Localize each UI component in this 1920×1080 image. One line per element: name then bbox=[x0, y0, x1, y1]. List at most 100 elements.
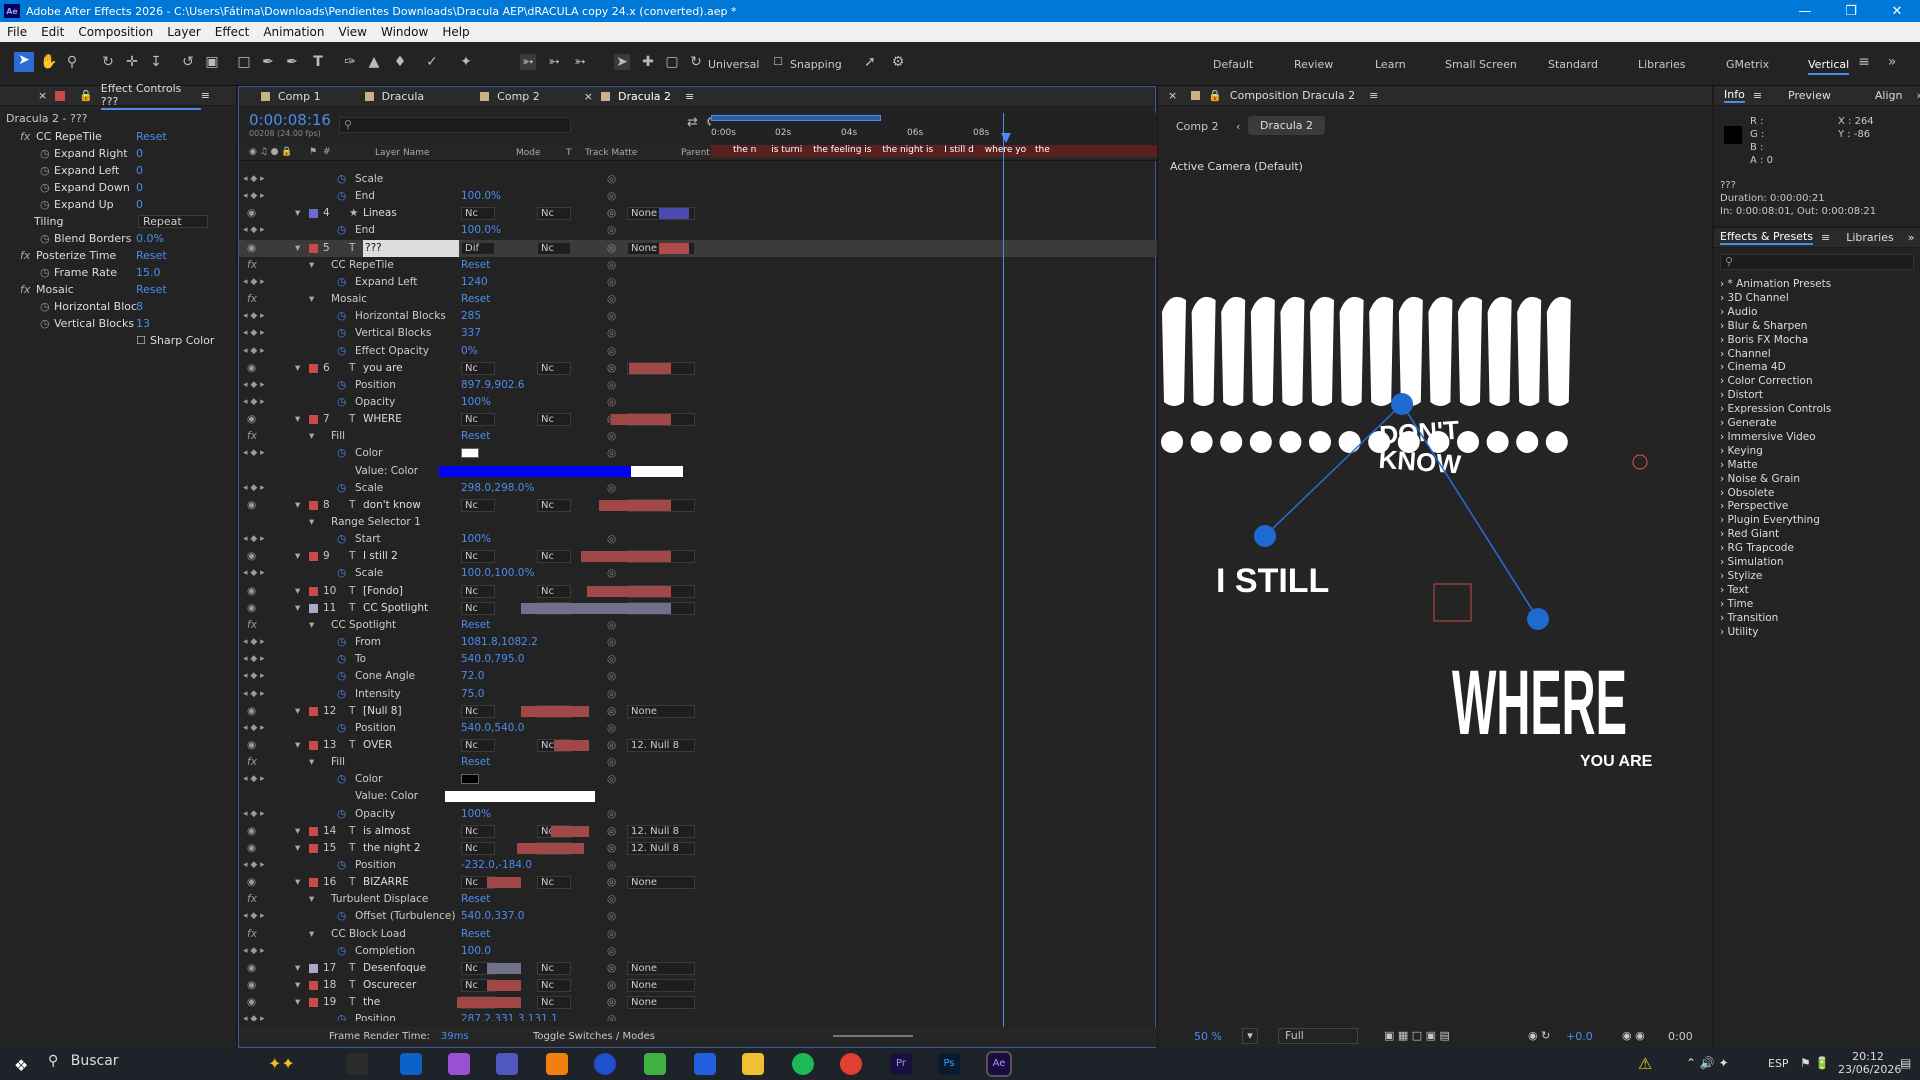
panel-menu-icon[interactable]: ≡ bbox=[1753, 89, 1762, 102]
track-matte-dropdown[interactable]: Nc bbox=[537, 550, 571, 564]
twirl-icon[interactable]: ▾ bbox=[295, 977, 300, 994]
property-row[interactable]: fx ▾ CC RepeTile Reset ◎ bbox=[239, 257, 1157, 274]
menu-window[interactable]: Window bbox=[374, 25, 435, 39]
effect-control-row[interactable]: fx Posterize Time Reset bbox=[0, 247, 236, 264]
snap-settings-icon[interactable]: ⚙ bbox=[890, 54, 906, 70]
track-matte-dropdown[interactable]: Nc bbox=[537, 241, 571, 255]
label-color-icon[interactable] bbox=[309, 209, 318, 219]
layer-duration-bar[interactable] bbox=[554, 739, 589, 751]
layer-duration-bar[interactable] bbox=[487, 962, 521, 974]
expand-icon[interactable]: » bbox=[1908, 231, 1915, 244]
property-row[interactable]: ◂ ◆ ▸ ◷ Position 540.0,540.0 ◎ bbox=[239, 720, 1157, 737]
stopwatch-icon[interactable]: ◷ bbox=[337, 806, 346, 823]
stopwatch-icon[interactable]: ◷ bbox=[40, 264, 50, 281]
parent-dropdown[interactable]: 12. Null 8 bbox=[627, 824, 695, 838]
expression-pickwhip-icon[interactable]: ◎ bbox=[607, 754, 616, 771]
premiere-icon[interactable]: Pr bbox=[890, 1053, 912, 1075]
taskbar-search[interactable]: ⚲ Buscar bbox=[48, 1053, 268, 1075]
twirl-icon[interactable]: ▾ bbox=[295, 205, 300, 222]
composition-viewer[interactable]: DON'T KNOW I STILL WHERE YOU ARE bbox=[1160, 172, 1710, 852]
copilot-icon[interactable]: ✦✦ bbox=[268, 1054, 295, 1073]
layer-name[interactable]: OVER bbox=[363, 737, 392, 754]
parent-dropdown[interactable]: None bbox=[627, 961, 695, 975]
property-value[interactable]: Reset bbox=[461, 926, 490, 943]
layer-duration-bar[interactable] bbox=[551, 825, 589, 837]
menu-help[interactable]: Help bbox=[435, 25, 476, 39]
current-timecode[interactable]: 0:00:08:16 bbox=[249, 111, 331, 129]
expression-pickwhip-icon[interactable]: ◎ bbox=[607, 806, 616, 823]
expand-icon[interactable]: » bbox=[1884, 54, 1900, 70]
color-swatch[interactable] bbox=[461, 448, 479, 459]
av-switches[interactable]: ◂ ◆ ▸ bbox=[243, 943, 265, 960]
property-value[interactable]: 285 bbox=[461, 308, 481, 325]
workspace-standard[interactable]: Standard bbox=[1548, 58, 1598, 71]
label-color-icon[interactable] bbox=[309, 243, 318, 253]
todo-icon[interactable] bbox=[694, 1053, 716, 1075]
av-switches[interactable]: ◉ bbox=[247, 737, 256, 754]
twirl-icon[interactable]: ▾ bbox=[309, 891, 314, 908]
expression-pickwhip-icon[interactable]: ◎ bbox=[607, 377, 616, 394]
stopwatch-icon[interactable]: ◷ bbox=[337, 325, 346, 342]
expression-pickwhip-icon[interactable]: ◎ bbox=[607, 617, 616, 634]
label-color-icon[interactable] bbox=[309, 963, 318, 973]
zoom-tool-icon[interactable]: ⚲ bbox=[64, 54, 80, 70]
property-value[interactable]: 287.2,331.3,131.1 bbox=[461, 1011, 558, 1021]
property-row[interactable]: ◂ ◆ ▸ ◷ Scale 298.0,298.0% ◎ bbox=[239, 480, 1157, 497]
property-value[interactable]: 1081.8,1082.2 bbox=[461, 634, 538, 651]
layer-duration-bar[interactable] bbox=[487, 877, 521, 889]
mode-dropdown[interactable]: Nc bbox=[461, 550, 495, 564]
effect-control-row[interactable]: fx CC RepeTile Reset bbox=[0, 128, 236, 145]
property-value[interactable]: 72.0 bbox=[461, 668, 484, 685]
type-tool-icon[interactable]: T bbox=[310, 54, 326, 70]
effect-control-value[interactable]: 13 bbox=[136, 315, 150, 332]
av-switches[interactable]: ◉ bbox=[247, 977, 256, 994]
property-row[interactable]: ◂ ◆ ▸ ◷ Scale 100.0,100.0% ◎ bbox=[239, 565, 1157, 582]
twirl-icon[interactable]: ▾ bbox=[295, 240, 300, 257]
expression-pickwhip-icon[interactable]: ◎ bbox=[607, 926, 616, 943]
av-switches[interactable]: ◂ ◆ ▸ bbox=[243, 171, 265, 188]
eraser-tool-icon[interactable]: ♦ bbox=[392, 54, 408, 70]
layer-row[interactable]: ◉8▾Tdon't knowNcNc◎None bbox=[239, 497, 1157, 514]
layer-search-input[interactable]: ⚲ bbox=[339, 117, 571, 133]
marker[interactable]: the bbox=[1035, 145, 1050, 155]
av-switches[interactable]: ◂ ◆ ▸ bbox=[243, 222, 265, 239]
stopwatch-icon[interactable]: ◷ bbox=[337, 480, 346, 497]
expression-pickwhip-icon[interactable]: ◎ bbox=[607, 171, 616, 188]
marker[interactable]: is turni bbox=[771, 145, 802, 155]
label-color-icon[interactable] bbox=[309, 363, 318, 373]
track-matte-dropdown[interactable]: Nc bbox=[537, 498, 571, 512]
pickwhip-icon[interactable]: ◎ bbox=[607, 240, 616, 257]
marker[interactable]: the n bbox=[733, 145, 756, 155]
layer-row[interactable]: ◉10▾T[Fondo]NcNc◎None bbox=[239, 583, 1157, 600]
parent-dropdown[interactable]: 12. Null 8 bbox=[627, 841, 695, 855]
effect-control-value[interactable]: Repeat bbox=[138, 215, 208, 228]
pen-tool-icon[interactable]: ✒ bbox=[260, 54, 276, 70]
stopwatch-icon[interactable]: ◷ bbox=[337, 565, 346, 582]
property-value[interactable]: 100.0,100.0% bbox=[461, 565, 534, 582]
stopwatch-icon[interactable]: ◷ bbox=[40, 230, 50, 247]
property-row[interactable]: fx ▾ Turbulent Displace Reset ◎ bbox=[239, 891, 1157, 908]
after-effects-icon[interactable]: Ae bbox=[986, 1051, 1012, 1077]
selection-tool-icon[interactable]: ➤ bbox=[14, 52, 34, 72]
hand-tool-icon[interactable]: ✋ bbox=[40, 54, 57, 70]
close-icon[interactable]: × bbox=[1168, 89, 1177, 102]
tab-comp-2[interactable]: Comp 2 bbox=[497, 90, 540, 103]
marker[interactable]: I still d bbox=[944, 145, 974, 155]
av-switches[interactable]: ◉ bbox=[247, 994, 256, 1011]
vlc-icon[interactable] bbox=[546, 1053, 568, 1075]
parent-dropdown[interactable]: 12. Null 8 bbox=[627, 738, 695, 752]
expression-pickwhip-icon[interactable]: ◎ bbox=[607, 1011, 616, 1021]
layer-name[interactable]: Lineas bbox=[363, 205, 397, 222]
pickwhip-icon[interactable]: ◎ bbox=[607, 205, 616, 222]
pickwhip-icon[interactable]: ◎ bbox=[607, 977, 616, 994]
layer-row[interactable]: ◉12▾T[Null 8]NcNc◎None bbox=[239, 703, 1157, 720]
twirl-icon[interactable]: ▾ bbox=[295, 823, 300, 840]
stopwatch-icon[interactable]: ◷ bbox=[337, 222, 346, 239]
spotlight-to-handle[interactable] bbox=[1527, 608, 1549, 630]
breadcrumb-dracula-2[interactable]: Dracula 2 bbox=[1248, 116, 1326, 135]
property-value[interactable]: 540.0,540.0 bbox=[461, 720, 524, 737]
layer-duration-bar[interactable] bbox=[599, 499, 671, 511]
property-value[interactable]: 897.9,902.6 bbox=[461, 377, 524, 394]
twirl-icon[interactable]: ▾ bbox=[309, 428, 314, 445]
breadcrumb-comp-2[interactable]: Comp 2 bbox=[1176, 120, 1219, 133]
